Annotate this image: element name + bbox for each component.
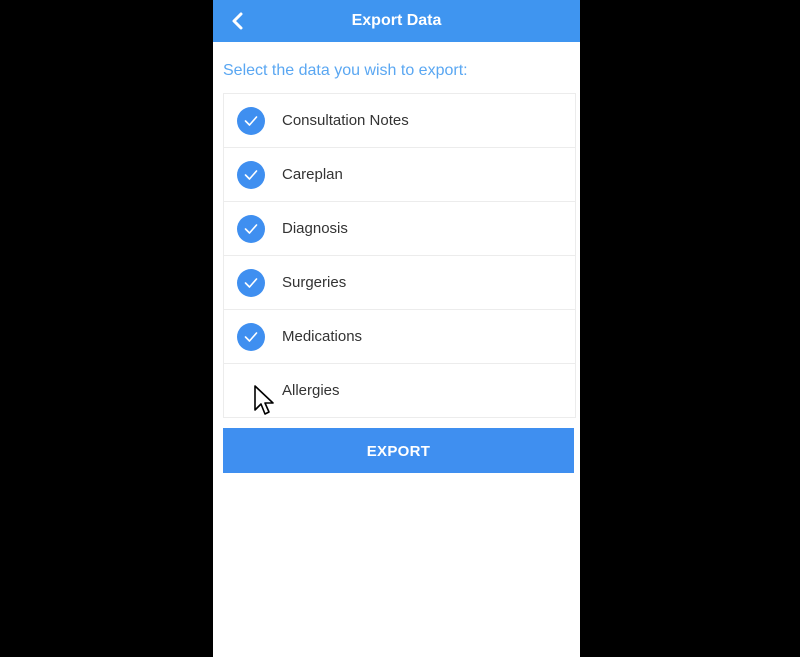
- item-label: Medications: [282, 328, 363, 345]
- list-item-consultation-notes[interactable]: Consultation Notes: [224, 94, 575, 148]
- list-item-surgeries[interactable]: Surgeries: [224, 256, 575, 310]
- list-item-diagnosis[interactable]: Diagnosis: [224, 202, 575, 256]
- list-item-careplan[interactable]: Careplan: [224, 148, 575, 202]
- checkbox[interactable]: [237, 161, 265, 189]
- mouse-pointer-icon: [254, 385, 274, 415]
- phone-screen: Export Data Select the data you wish to …: [213, 0, 580, 657]
- checkbox[interactable]: [237, 215, 265, 243]
- instruction-text: Select the data you wish to export:: [223, 62, 468, 79]
- export-options-list: Consultation Notes Careplan Diagnosis Su…: [223, 93, 576, 418]
- app-bar: Export Data: [213, 0, 580, 42]
- checkbox[interactable]: [237, 269, 265, 297]
- checkmark-icon: [244, 332, 258, 342]
- item-label: Allergies: [282, 382, 340, 399]
- page-title: Export Data: [351, 12, 442, 29]
- export-button[interactable]: EXPORT: [223, 428, 574, 473]
- list-item-allergies[interactable]: Allergies: [224, 364, 575, 418]
- list-item-medications[interactable]: Medications: [224, 310, 575, 364]
- checkbox[interactable]: [237, 323, 265, 351]
- item-label: Careplan: [282, 166, 343, 183]
- checkbox[interactable]: [237, 107, 265, 135]
- item-label: Surgeries: [282, 274, 347, 291]
- checkmark-icon: [244, 278, 258, 288]
- item-label: Diagnosis: [282, 220, 348, 237]
- checkmark-icon: [244, 116, 258, 126]
- checkmark-icon: [244, 170, 258, 180]
- item-label: Consultation Notes: [282, 112, 409, 129]
- checkmark-icon: [244, 224, 258, 234]
